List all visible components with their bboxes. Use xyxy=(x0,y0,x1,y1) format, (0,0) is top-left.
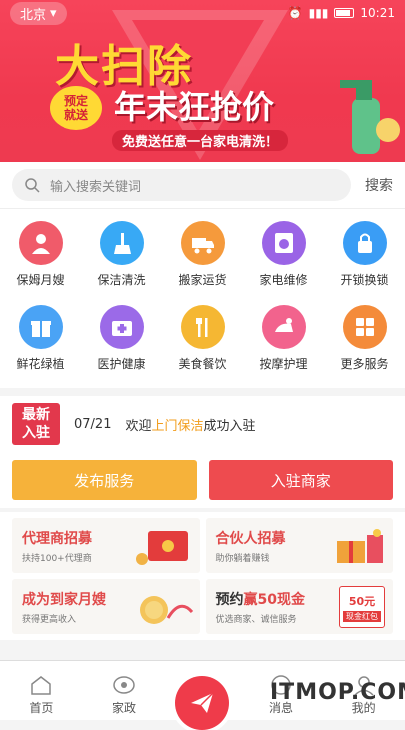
news-ticker[interactable]: 最新 入驻 07/21 欢迎上门保洁成功入驻 xyxy=(0,396,405,452)
grid-icon xyxy=(342,304,387,349)
washer-icon xyxy=(261,221,306,265)
search-bar: 输入搜索关键词 搜索 xyxy=(0,162,405,208)
service-item[interactable]: 开锁换锁 xyxy=(324,221,405,305)
gift-box-icon xyxy=(337,529,383,563)
massage-icon xyxy=(261,304,306,349)
coupon-label: 现金红包 xyxy=(343,610,381,622)
service-label: 按摩护理 xyxy=(259,356,308,371)
service-item[interactable]: 医护健康 xyxy=(81,304,162,389)
broom-icon xyxy=(99,221,144,265)
service-item[interactable]: 按摩护理 xyxy=(243,304,324,389)
tab-housekeeping[interactable]: 家政 xyxy=(83,661,166,720)
search-placeholder: 输入搜索关键词 xyxy=(50,179,142,195)
badge-line-2: 就送 xyxy=(63,108,88,122)
banner-subheadline: 年末狂抢价 xyxy=(114,88,275,126)
chevron-down-icon: ▾ xyxy=(50,5,57,21)
service-item[interactable]: 更多服务 xyxy=(324,304,405,389)
tab-home[interactable]: 首页 xyxy=(0,661,83,720)
housekeeping-icon xyxy=(113,676,135,694)
location-selector[interactable]: 北京 ▾ xyxy=(10,1,67,25)
spray-bottle-icon xyxy=(340,80,400,154)
location-label: 北京 xyxy=(20,7,47,23)
signal-icon: ▮▮▮ xyxy=(308,6,329,20)
coupon-amount: 50元 xyxy=(348,594,376,608)
coin-icon xyxy=(139,596,193,624)
service-label: 医护健康 xyxy=(97,356,146,371)
publish-service-button[interactable]: 发布服务 xyxy=(12,460,197,500)
card-title-highlight: 赢50现金 xyxy=(243,592,305,608)
news-tag-line-1: 最新 xyxy=(22,407,50,423)
service-label: 开锁换锁 xyxy=(340,273,389,287)
news-text: 欢迎上门保洁成功入驻 xyxy=(125,415,255,434)
red-envelope-icon xyxy=(135,531,188,565)
service-label: 家电维修 xyxy=(259,273,308,287)
service-item[interactable]: 家电维修 xyxy=(243,221,324,305)
cutlery-icon xyxy=(180,304,225,349)
medkit-icon xyxy=(99,304,144,349)
service-label: 保洁清洗 xyxy=(97,273,146,287)
status-bar: 北京 ▾ ⏰ ▮▮▮ 10:21 xyxy=(0,0,405,26)
service-item[interactable]: 美食餐饮 xyxy=(162,304,243,389)
service-label: 保姆月嫂 xyxy=(16,273,65,287)
service-item[interactable]: 保姆月嫂 xyxy=(0,221,81,305)
search-icon xyxy=(25,178,40,193)
action-buttons: 发布服务 入驻商家 xyxy=(0,452,405,508)
status-time: 10:21 xyxy=(360,6,395,20)
tab-label: 家政 xyxy=(111,701,136,715)
search-button[interactable]: 搜索 xyxy=(365,175,393,195)
gift-icon xyxy=(18,304,63,349)
nanny-join-card[interactable]: 成为到家月嫂 获得更高收入 xyxy=(12,579,200,634)
promo-banner[interactable]: 北京 ▾ ⏰ ▮▮▮ 10:21 大扫除 预定 就送 年末狂抢价 免费送任意一台… xyxy=(0,0,405,162)
news-text-after: 成功入驻 xyxy=(203,418,256,434)
person-icon xyxy=(18,221,63,265)
battery-icon xyxy=(334,8,355,18)
alarm-icon: ⏰ xyxy=(287,6,303,20)
watermark: ITMOP.COM xyxy=(270,680,405,705)
banner-promo-text: 免费送任意一台家电清洗！ xyxy=(112,130,289,151)
service-item[interactable]: 搬家运货 xyxy=(162,221,243,305)
service-label: 搬家运货 xyxy=(178,273,227,287)
tab-label: 首页 xyxy=(29,701,54,715)
service-item[interactable]: 鲜花绿植 xyxy=(0,304,81,389)
partner-recruit-card[interactable]: 合伙人招募 助你躺着赚钱 xyxy=(205,518,393,573)
service-label: 美食餐饮 xyxy=(178,356,227,371)
paper-plane-icon xyxy=(191,692,214,713)
service-grid: 保姆月嫂 保洁清洗 搬家运货 家电维修 开锁换锁鲜花绿植 医护健康 美食餐饮 按摩护理 更多服务 xyxy=(0,208,405,388)
promo-cards: 代理商招募 扶持100+代理商 合伙人招募 助你躺着赚钱 成为到家月嫂 获得更高… xyxy=(0,512,405,640)
news-text-before: 欢迎 xyxy=(125,418,152,434)
booking-cash-card[interactable]: 预约赢50现金 优选商家、诚信服务 50元 现金红包 xyxy=(205,579,393,634)
cash-coupon: 50元 现金红包 xyxy=(339,586,385,628)
news-tag: 最新 入驻 xyxy=(12,403,60,445)
lock-icon xyxy=(342,221,387,265)
news-highlight: 上门保洁 xyxy=(151,418,204,434)
service-label: 更多服务 xyxy=(340,356,389,371)
agent-recruit-card[interactable]: 代理商招募 扶持100+代理商 xyxy=(12,518,200,573)
search-input[interactable]: 输入搜索关键词 xyxy=(12,169,351,201)
news-tag-line-2: 入驻 xyxy=(22,425,50,441)
banner-badge: 预定 就送 xyxy=(50,86,102,130)
truck-icon xyxy=(180,221,225,265)
home-icon xyxy=(31,676,52,695)
service-item[interactable]: 保洁清洗 xyxy=(81,221,162,305)
publish-fab-button[interactable] xyxy=(175,676,229,730)
card-title-before: 预约 xyxy=(215,592,244,608)
badge-line-1: 预定 xyxy=(63,94,88,108)
service-label: 鲜花绿植 xyxy=(16,356,65,371)
news-date: 07/21 xyxy=(74,416,112,432)
join-merchant-button[interactable]: 入驻商家 xyxy=(208,460,393,500)
